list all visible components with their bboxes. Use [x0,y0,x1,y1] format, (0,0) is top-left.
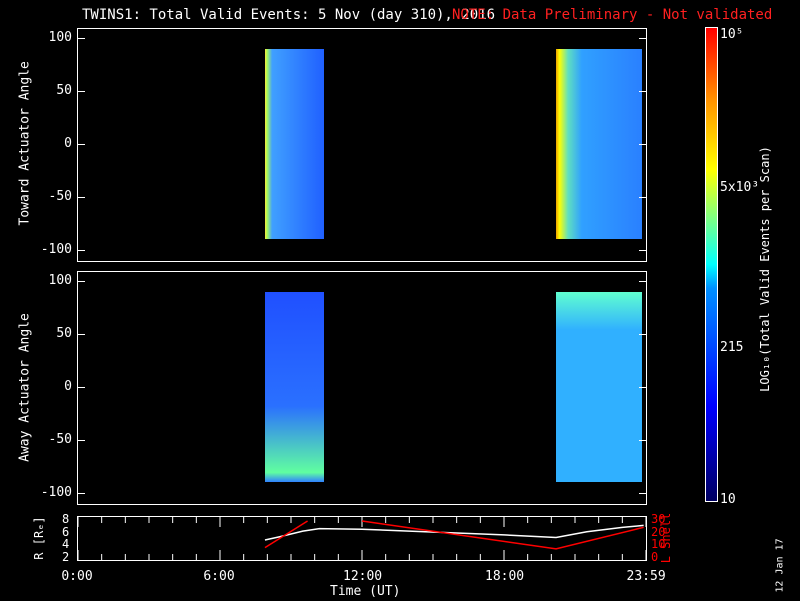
ytick [639,440,647,441]
ytick [639,197,647,198]
ephemeris-panel [77,516,647,561]
ephemeris-plot [78,517,646,560]
ytick [77,91,85,92]
ytick-label: 0 [64,379,72,394]
ytick [639,38,647,39]
ytick [639,250,647,251]
ytick-label: -50 [48,189,72,204]
ytick [77,38,85,39]
ytick [77,250,85,251]
lshell-tick-label: 0 [651,550,659,564]
away-panel [77,271,647,505]
xtick-label: 12:00 [343,569,383,584]
ytick [639,387,647,388]
lshell-series-line [264,520,308,549]
toward-ylabel: Toward Actuator Angle [17,61,33,226]
xtick-label: 6:00 [203,569,235,584]
ytick [77,334,85,335]
ytick [639,91,647,92]
xtick-label: 18:00 [485,569,525,584]
r-series-line [264,524,644,541]
ytick [639,281,647,282]
ytick [77,144,85,145]
ytick-label: -100 [40,242,72,257]
ytick [77,440,85,441]
r-tick-label: 2 [62,550,70,564]
ytick-label: 100 [48,30,72,45]
note-text: NOTE: Data Preliminary - Not validated [452,7,773,23]
spectrogram-block [264,291,325,483]
ytick [639,493,647,494]
colorbar-tick: 5x10³ [720,180,760,195]
ytick-label: 100 [48,273,72,288]
colorbar-tick: 215 [720,340,744,355]
ytick [77,387,85,388]
xtick-label: 23:59 [626,569,666,584]
ytick [77,493,85,494]
toward-panel [77,28,647,262]
ytick-label: 50 [56,326,72,341]
ytick-label: 0 [64,136,72,151]
xlabel: Time (UT) [330,584,401,599]
away-ylabel: Away Actuator Angle [17,313,33,462]
ytick [77,197,85,198]
ytick-label: 50 [56,83,72,98]
ytick [77,281,85,282]
ytick [639,334,647,335]
chart-title: TWINS1: Total Valid Events: 5 Nov (day 3… [82,7,496,23]
ytick-label: -100 [40,485,72,500]
spectrogram-block [556,48,643,240]
spectrogram-block [264,48,325,240]
spectrogram-block [556,291,643,483]
ytick [639,144,647,145]
datestamp: 12 Jan 17 [774,538,786,593]
ytick-label: -50 [48,432,72,447]
colorbar-tick: 10 [720,492,736,507]
r-ylabel: R [Rₑ] [32,516,46,560]
colorbar-label: LOG₁₀(Total Valid Events per Scan) [758,146,772,392]
colorbar-tick: 10⁵ [720,27,744,42]
xtick-label: 0:00 [61,569,93,584]
colorbar [705,27,718,502]
